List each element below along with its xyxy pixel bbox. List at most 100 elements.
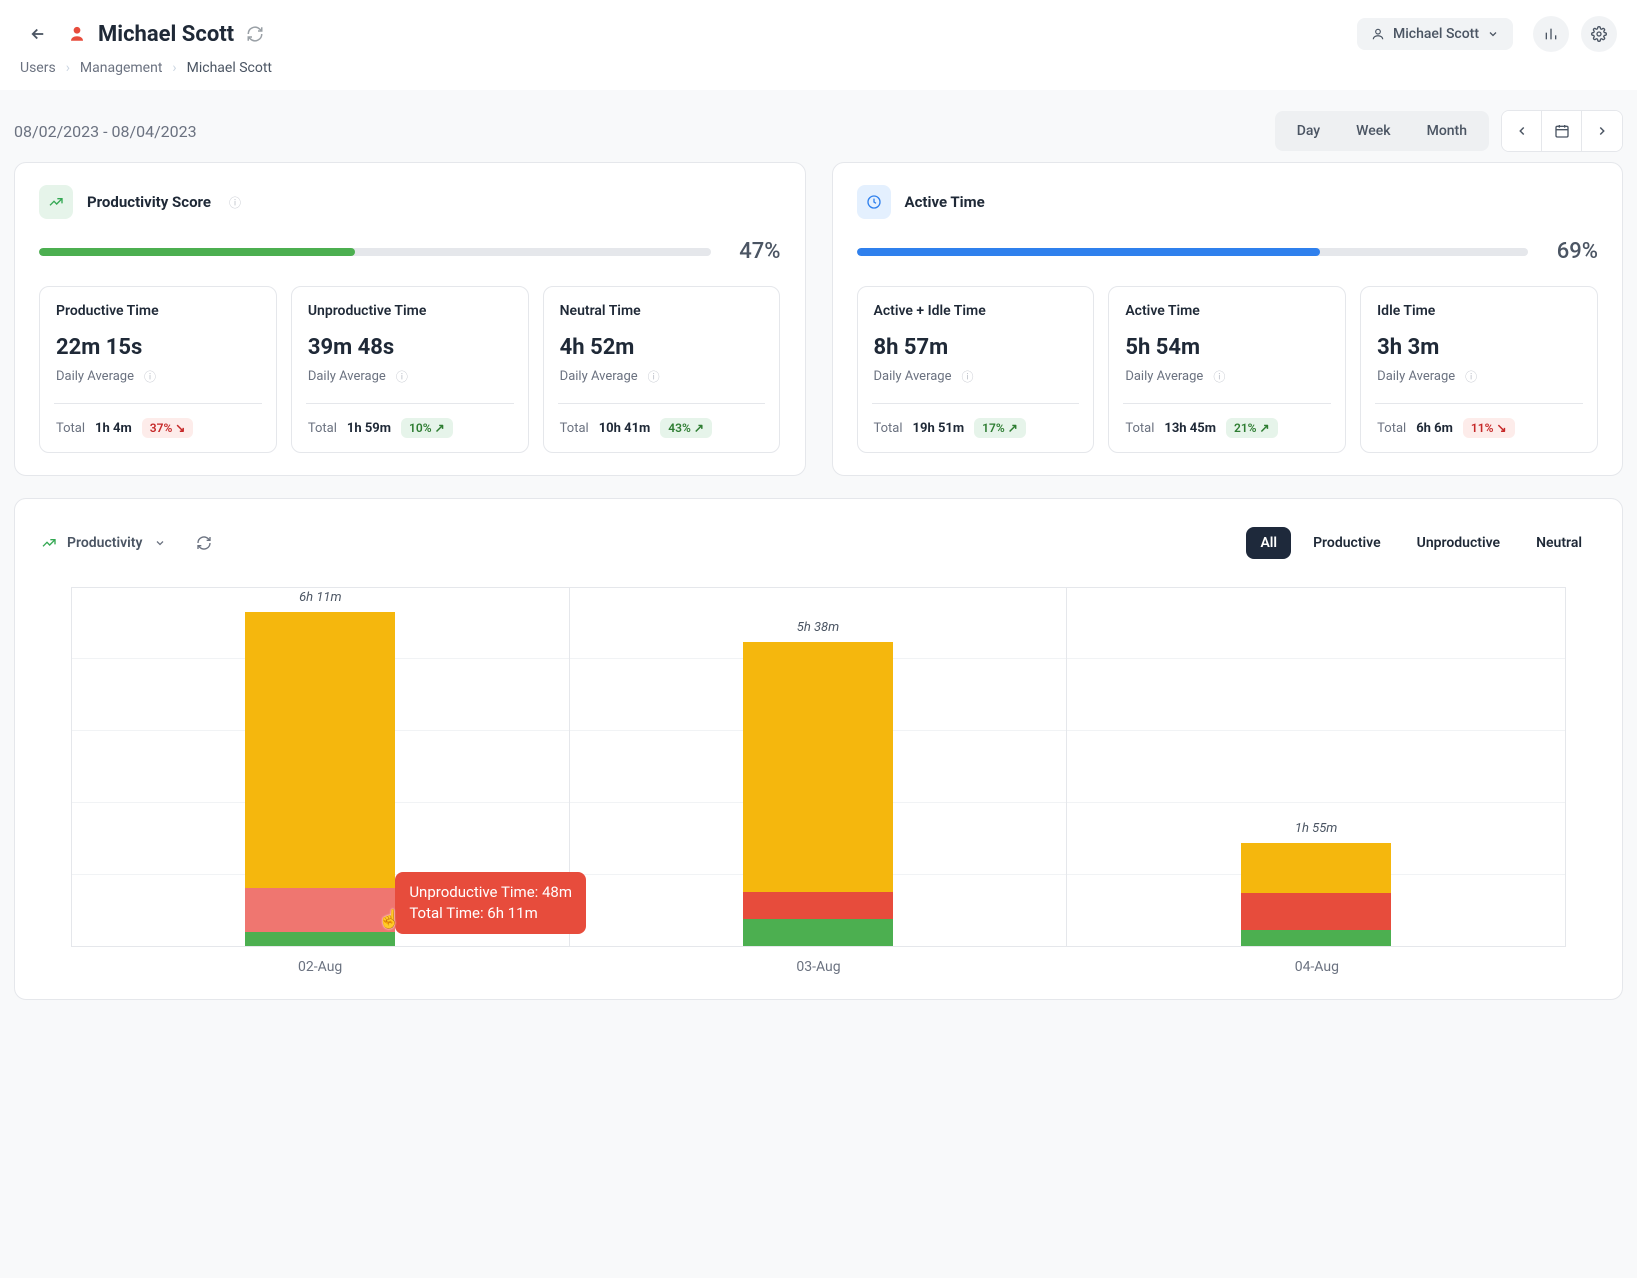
bar-chart-icon <box>1543 26 1559 42</box>
bar-segment-productive[interactable] <box>743 919 893 946</box>
period-day[interactable]: Day <box>1279 115 1338 147</box>
bar-segment-unproductive[interactable] <box>743 892 893 919</box>
tile-total-value: 1h 59m <box>347 421 391 436</box>
bar-segment-unproductive[interactable] <box>1241 893 1391 930</box>
chart-title: Productivity <box>67 535 142 551</box>
period-month[interactable]: Month <box>1409 115 1485 147</box>
bar-segment-neutral[interactable] <box>1241 843 1391 893</box>
info-icon[interactable]: ⓘ <box>962 368 974 385</box>
x-axis-label: 02-Aug <box>71 959 569 975</box>
chart-refresh-button[interactable] <box>196 535 212 551</box>
breadcrumb-item[interactable]: Users <box>20 60 56 76</box>
info-icon[interactable]: ⓘ <box>1213 368 1225 385</box>
refresh-icon[interactable] <box>246 25 264 43</box>
chart-tab-unproductive[interactable]: Unproductive <box>1403 527 1514 559</box>
person-icon <box>68 25 86 43</box>
metric-tile: Active Time5h 54mDaily Average ⓘTotal13h… <box>1108 286 1346 453</box>
tile-total-value: 6h 6m <box>1416 421 1453 436</box>
tile-total-label: Total <box>1125 421 1154 436</box>
info-icon[interactable]: ⓘ <box>648 368 660 385</box>
tile-value: 39m 48s <box>308 335 512 360</box>
tile-total-label: Total <box>1377 421 1406 436</box>
analytics-button[interactable] <box>1533 16 1569 52</box>
chevron-down-icon <box>1487 28 1499 40</box>
next-button[interactable] <box>1582 111 1622 151</box>
refresh-icon <box>196 535 212 551</box>
info-icon[interactable]: ⓘ <box>396 368 408 385</box>
info-icon[interactable]: ⓘ <box>229 194 241 211</box>
clock-icon <box>857 185 891 219</box>
tile-total-label: Total <box>874 421 903 436</box>
info-icon[interactable]: ⓘ <box>1465 368 1477 385</box>
chart-tab-all[interactable]: All <box>1246 527 1291 559</box>
tile-subtext: Daily Average ⓘ <box>56 368 260 385</box>
settings-button[interactable] <box>1581 16 1617 52</box>
prev-button[interactable] <box>1502 111 1542 151</box>
tile-total-value: 13h 45m <box>1164 421 1216 436</box>
card-title: Productivity Score <box>87 193 211 211</box>
page-title: Michael Scott <box>98 22 234 47</box>
breadcrumb-item[interactable]: Management <box>80 60 162 76</box>
bar-segment-unproductive[interactable] <box>245 888 395 931</box>
productivity-percent: 47% <box>725 239 781 264</box>
date-range[interactable]: 08/02/2023 - 08/04/2023 <box>14 122 197 141</box>
tile-label: Unproductive Time <box>308 303 512 319</box>
tile-total-label: Total <box>308 421 337 436</box>
metric-tile: Active + Idle Time8h 57mDaily Average ⓘT… <box>857 286 1095 453</box>
x-axis-label: 04-Aug <box>1068 959 1566 975</box>
breadcrumb-current: Michael Scott <box>187 60 272 76</box>
tile-total-label: Total <box>560 421 589 436</box>
metric-tile: Neutral Time4h 52mDaily Average ⓘTotal10… <box>543 286 781 453</box>
bar-total-label: 5h 38m <box>743 620 893 635</box>
chart-column[interactable]: 6h 11mUnproductive Time: 48mTotal Time: … <box>72 588 570 946</box>
bar-segment-productive[interactable] <box>1241 930 1391 946</box>
chart-tab-neutral[interactable]: Neutral <box>1522 527 1596 559</box>
chevron-down-icon <box>154 537 166 549</box>
metric-tile: Productive Time22m 15sDaily Average ⓘTot… <box>39 286 277 453</box>
tile-subtext: Daily Average ⓘ <box>1125 368 1329 385</box>
user-switcher[interactable]: Michael Scott <box>1357 18 1513 50</box>
chart-tab-productive[interactable]: Productive <box>1299 527 1395 559</box>
trend-up-icon <box>39 185 73 219</box>
active-progress <box>857 248 1529 256</box>
tile-label: Neutral Time <box>560 303 764 319</box>
tile-delta: 17% ↗ <box>974 418 1026 438</box>
trend-up-icon <box>41 535 57 551</box>
productivity-chart[interactable]: 6h 11mUnproductive Time: 48mTotal Time: … <box>71 587 1566 947</box>
period-week[interactable]: Week <box>1338 115 1408 147</box>
user-chip-label: Michael Scott <box>1393 26 1479 42</box>
tile-delta: 11% ↘ <box>1463 418 1515 438</box>
bar-total-label: 6h 11m <box>245 590 395 605</box>
chevron-right-icon <box>1595 124 1609 138</box>
bar-segment-neutral[interactable] <box>743 642 893 892</box>
tile-total-value: 1h 4m <box>95 421 132 436</box>
tile-value: 5h 54m <box>1125 335 1329 360</box>
tile-delta: 37% ↘ <box>142 418 194 438</box>
bar-segment-neutral[interactable] <box>245 612 395 888</box>
gear-icon <box>1591 26 1607 42</box>
card-title: Active Time <box>905 193 985 211</box>
chevron-right-icon: › <box>172 60 176 76</box>
chart-type-dropdown[interactable] <box>154 537 166 549</box>
tile-value: 8h 57m <box>874 335 1078 360</box>
period-segmented: Day Week Month <box>1275 111 1489 151</box>
tile-subtext: Daily Average ⓘ <box>1377 368 1581 385</box>
chart-column[interactable]: 5h 38m <box>570 588 1068 946</box>
chart-x-axis: 02-Aug03-Aug04-Aug <box>71 947 1566 979</box>
tile-delta: 43% ↗ <box>660 418 712 438</box>
info-icon[interactable]: ⓘ <box>144 368 156 385</box>
bar-total-label: 1h 55m <box>1241 821 1391 836</box>
calendar-button[interactable] <box>1542 111 1582 151</box>
chevron-left-icon <box>1515 124 1529 138</box>
tile-total-value: 10h 41m <box>599 421 651 436</box>
pointer-cursor-icon: ☝ <box>378 909 400 930</box>
chart-column[interactable]: 1h 55m <box>1067 588 1565 946</box>
tile-label: Productive Time <box>56 303 260 319</box>
bar-segment-productive[interactable] <box>245 932 395 946</box>
productivity-score-card: Productivity Score ⓘ 47% Productive Time… <box>14 162 806 476</box>
x-axis-label: 03-Aug <box>569 959 1067 975</box>
tile-subtext: Daily Average ⓘ <box>308 368 512 385</box>
user-icon <box>1371 27 1385 41</box>
tile-value: 3h 3m <box>1377 335 1581 360</box>
back-button[interactable] <box>20 16 56 52</box>
